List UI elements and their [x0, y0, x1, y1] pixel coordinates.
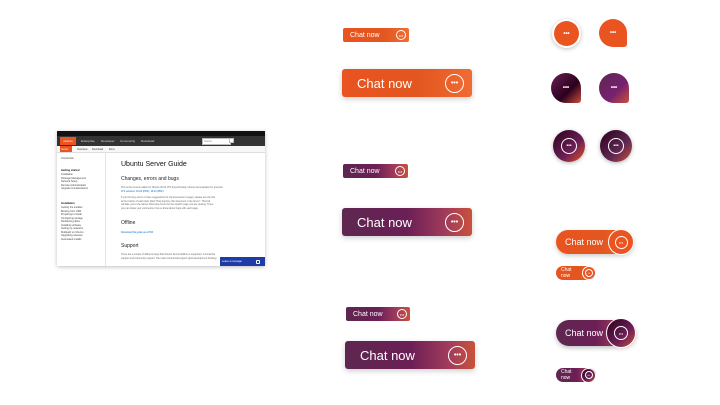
leave-message-label: Leave a message [222, 260, 242, 263]
chat-launcher: ••• [606, 318, 636, 348]
speech-bubble-icon: ••• [614, 235, 628, 249]
heading-support: Support [121, 243, 139, 249]
paragraph: you can share your comments or let us kn… [121, 206, 199, 210]
speech-bubble-icon: ••• [585, 269, 594, 277]
chat-launcher-purple-ring[interactable]: ••• [553, 130, 585, 162]
chat-now-button-purple-small[interactable]: Chat now ••• [343, 164, 408, 178]
speech-bubble-icon: ••• [561, 138, 577, 154]
speech-bubble-icon: ••• [584, 371, 593, 379]
chat-launcher: ••• [581, 367, 596, 383]
nav-developer[interactable]: Developer [101, 139, 115, 143]
chat-launcher: ••• [608, 229, 634, 255]
chat-launcher-orange-bubble[interactable]: ••• [599, 19, 627, 47]
heading-changes: Changes, errors and bugs [121, 176, 179, 182]
nav-community[interactable]: Community [120, 139, 135, 143]
sidebar-item-intro[interactable]: Introduction [61, 157, 74, 160]
chat-now-pill-purple-large[interactable]: Chat now ••• [556, 318, 636, 348]
paragraph: support and community support. The main … [121, 256, 217, 260]
subnav-download[interactable]: Download [92, 148, 103, 151]
subnav-server[interactable]: Server [61, 148, 68, 151]
chat-icon [256, 259, 260, 264]
chat-launcher-purple-ring-alt[interactable]: ••• [600, 130, 632, 162]
chat-now-button-purple-large-alt[interactable]: Chat now ••• [345, 341, 475, 369]
chat-now-label: Chat now [565, 328, 604, 338]
speech-bubble-icon: ••• [397, 309, 407, 319]
chat-now-label: Chat now [357, 214, 412, 230]
chat-now-pill-purple-small[interactable]: Chat now ••• [556, 367, 596, 383]
speech-bubble-icon: ••• [445, 212, 464, 232]
speech-bubble-icon: ••• [448, 345, 467, 365]
speech-bubble-icon: ••• [554, 21, 579, 46]
chat-launcher-purple-bubble-alt[interactable]: ••• [599, 73, 629, 103]
speech-bubble-icon: ••• [395, 166, 405, 176]
heading-offline: Offline [121, 220, 136, 226]
chat-now-label: Chat now [360, 347, 415, 363]
subnav-docs[interactable]: Docs [109, 148, 115, 151]
speech-bubble-icon: ••• [396, 30, 406, 40]
chat-now-button-orange-large[interactable]: Chat now ••• [342, 69, 472, 97]
chat-now-label: Chat now [561, 369, 572, 381]
speech-bubble-icon: ••• [445, 73, 464, 93]
chat-now-label: Chat now [350, 167, 380, 175]
chat-now-label: Chat now [357, 75, 412, 91]
chat-launcher-orange-ring[interactable]: ••• [552, 19, 581, 48]
sidebar-section-getting-started: Getting started [61, 169, 80, 172]
chat-now-pill-orange-large[interactable]: Chat now ••• [556, 229, 634, 255]
page-title: Ubuntu Server Guide [121, 161, 187, 168]
speech-bubble-icon: ••• [608, 138, 624, 154]
chat-now-button-purple-large[interactable]: Chat now ••• [342, 208, 472, 236]
chat-now-pill-orange-small[interactable]: Chat now ••• [556, 266, 596, 280]
docs-page-preview: ubuntu Enterprise Developer Community Do… [57, 131, 265, 266]
nav-enterprise[interactable]: Enterprise [81, 139, 95, 143]
sidebar-item[interactable]: Automated installs [61, 238, 81, 241]
download-pdf-link[interactable]: Download this guide as a PDF [121, 231, 153, 234]
subnav-overview[interactable]: Overview [77, 148, 87, 151]
chat-now-label: Chat now [353, 310, 383, 318]
sidebar-item[interactable]: Upgrade Considerations [61, 187, 88, 190]
chat-now-label: Chat now [350, 31, 380, 39]
paragraph-links[interactable]: LTS versions: 18.04 (PDF), 16.04 (PDF). [121, 190, 164, 193]
chat-now-button-purple-small-alt[interactable]: Chat now ••• [346, 307, 410, 321]
chat-launcher-purple-bubble[interactable]: ••• [551, 73, 581, 103]
chat-now-button-orange-small[interactable]: Chat now ••• [343, 28, 409, 42]
ubuntu-logo[interactable]: ubuntu [60, 137, 76, 145]
search-input[interactable]: Search [202, 138, 231, 145]
chat-now-label: Chat now [561, 267, 572, 279]
nav-download[interactable]: Download [141, 139, 154, 143]
chat-now-label: Chat now [565, 237, 604, 247]
speech-bubble-icon: ••• [614, 326, 628, 340]
search-icon[interactable] [229, 138, 234, 143]
sidebar-section-installation: Installation [61, 202, 75, 205]
chat-launcher: ••• [582, 266, 596, 280]
